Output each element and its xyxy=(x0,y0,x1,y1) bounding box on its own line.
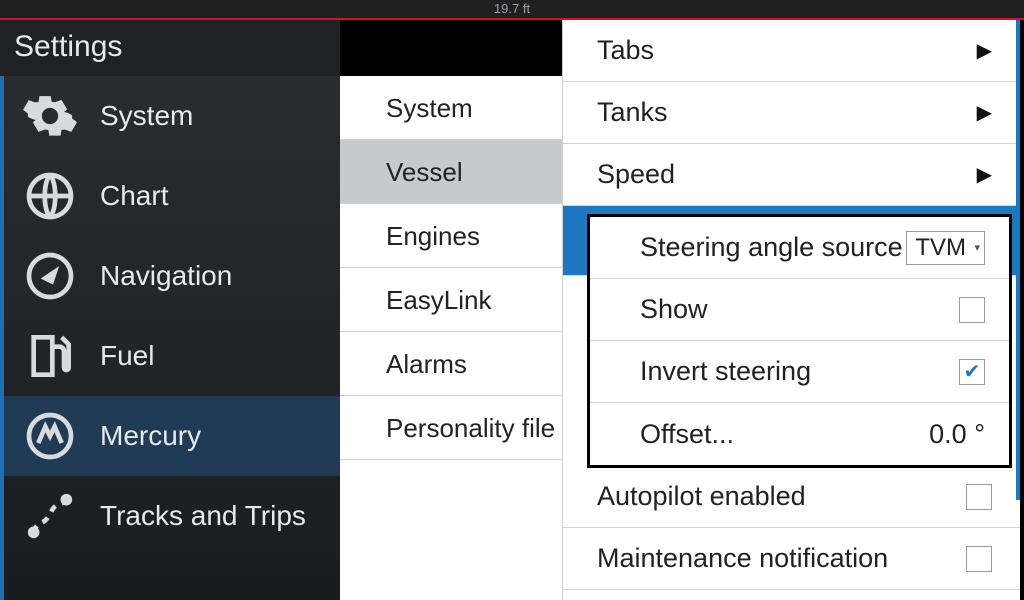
sidebar-item-system[interactable]: System xyxy=(4,76,340,156)
mid-item-vessel[interactable]: Vessel xyxy=(340,140,562,204)
row-offset[interactable]: Offset... 0.0 ° xyxy=(590,403,1009,465)
scroll-indicator xyxy=(1016,20,1020,500)
row-label: Invert steering xyxy=(640,356,811,387)
globe-icon xyxy=(22,168,78,224)
mercury-submenu: System Vessel Engines EasyLink Alarms Pe… xyxy=(340,76,562,600)
row-label: Tabs xyxy=(597,35,654,66)
sidebar-item-fuel[interactable]: Fuel xyxy=(4,316,340,396)
mid-item-system[interactable]: System xyxy=(340,76,562,140)
chevron-right-icon: ▶ xyxy=(977,162,992,187)
sidebar-item-tracks-and-trips[interactable]: Tracks and Trips xyxy=(4,476,340,556)
compass-icon xyxy=(22,248,78,304)
row-label: Speed xyxy=(597,159,675,190)
row-show[interactable]: Show xyxy=(590,279,1009,341)
steering-source-dropdown[interactable]: TVM xyxy=(906,231,985,265)
sidebar-item-mercury[interactable]: Mercury xyxy=(4,396,340,476)
row-steering-angle-source[interactable]: Steering angle source TVM xyxy=(590,217,1009,279)
row-tanks[interactable]: Tanks ▶ xyxy=(563,82,1020,144)
settings-sidebar: System Chart Navigation Fuel Mercury Tra… xyxy=(0,76,340,600)
checkbox-invert[interactable]: ✔ xyxy=(959,359,985,385)
row-autopilot-enabled[interactable]: Autopilot enabled xyxy=(563,466,1020,528)
chevron-right-icon: ▶ xyxy=(977,100,992,125)
sidebar-item-label: Chart xyxy=(100,180,168,212)
row-label: Show xyxy=(640,294,708,325)
row-label: Tanks xyxy=(597,97,668,128)
fuel-pump-icon xyxy=(22,328,78,384)
mercury-logo-icon xyxy=(22,408,78,464)
offset-value: 0.0 ° xyxy=(929,419,985,450)
checkbox-maintenance[interactable] xyxy=(966,546,992,572)
mid-item-alarms[interactable]: Alarms xyxy=(340,332,562,396)
vessel-settings-panel: Tabs ▶ Tanks ▶ Speed ▶ Autopilot enabled… xyxy=(562,20,1020,600)
row-invert-steering[interactable]: Invert steering ✔ xyxy=(590,341,1009,403)
sidebar-item-label: Tracks and Trips xyxy=(100,500,306,532)
gear-icon xyxy=(22,88,78,144)
row-maintenance-notification[interactable]: Maintenance notification xyxy=(563,528,1020,590)
sidebar-item-label: Mercury xyxy=(100,420,201,452)
chevron-right-icon: ▶ xyxy=(977,38,992,63)
sidebar-item-label: Navigation xyxy=(100,260,232,292)
row-label: Offset... xyxy=(640,419,734,450)
page-title: Settings xyxy=(0,20,340,76)
mid-item-engines[interactable]: Engines xyxy=(340,204,562,268)
route-icon xyxy=(22,488,78,544)
sidebar-item-label: System xyxy=(100,100,193,132)
row-label: Steering angle source xyxy=(640,232,903,263)
mid-item-personality[interactable]: Personality file xyxy=(340,396,562,460)
mid-item-easylink[interactable]: EasyLink xyxy=(340,268,562,332)
checkbox-show[interactable] xyxy=(959,297,985,323)
depth-readout: 19.7 ft xyxy=(494,1,530,16)
steering-popup: Steering angle source TVM Show Invert st… xyxy=(587,214,1012,468)
checkbox-autopilot[interactable] xyxy=(966,484,992,510)
row-speed[interactable]: Speed ▶ xyxy=(563,144,1020,206)
row-tabs[interactable]: Tabs ▶ xyxy=(563,20,1020,82)
row-label: Maintenance notification xyxy=(597,543,888,574)
sidebar-item-navigation[interactable]: Navigation xyxy=(4,236,340,316)
sidebar-item-chart[interactable]: Chart xyxy=(4,156,340,236)
status-bar: 19.7 ft xyxy=(0,0,1024,18)
sidebar-item-label: Fuel xyxy=(100,340,154,372)
row-label: Autopilot enabled xyxy=(597,481,806,512)
